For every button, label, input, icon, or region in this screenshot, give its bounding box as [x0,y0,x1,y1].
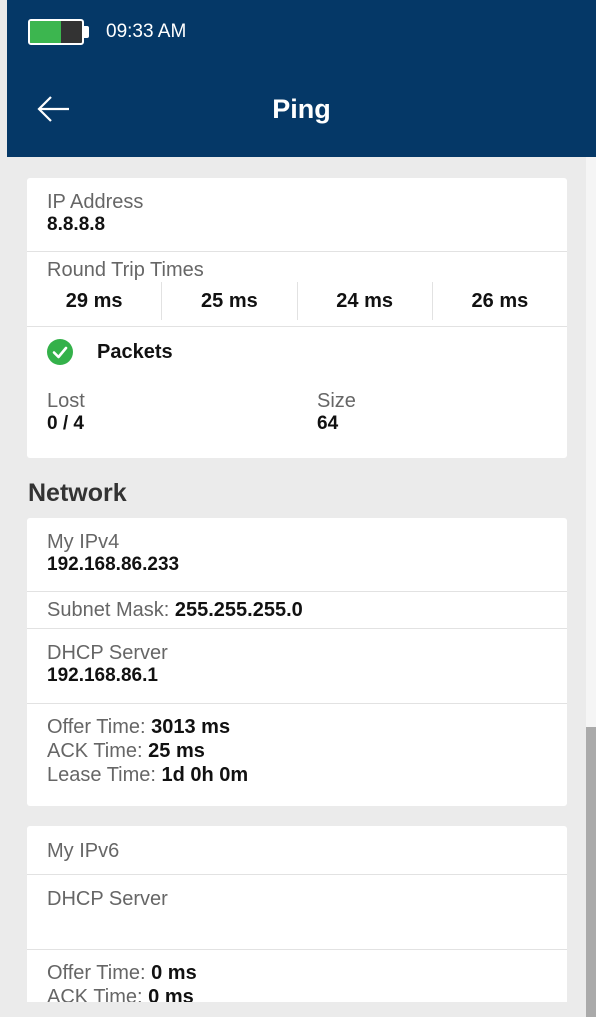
lease-time-value: 1d 0h 0m [161,764,249,786]
rtt-value: 29 ms [65,290,123,312]
lost-value: 0 / 4 [47,413,84,434]
ipv4-row: My IPv4 192.168.86.233 [27,518,567,592]
subnet-mask-row: Subnet Mask: 255.255.255.0 [27,592,567,629]
ack-time: ACK Time: 25 ms [47,740,547,764]
offer-time: Offer Time: 3013 ms [47,716,547,740]
ipv6-offer-time-value: 0 ms [151,962,197,984]
ipv6-dhcp-server-label: DHCP Server [47,888,168,910]
ipv6-card: My IPv6 DHCP Server Offer Time: 0 ms ACK… [27,826,567,1002]
rtt-value: 25 ms [161,282,296,320]
packets-label: Packets [97,340,173,363]
size-label: Size [317,390,356,412]
ip-address-value: 8.8.8.8 [47,214,106,235]
round-trip-row: Round Trip Times 29 ms 25 ms 24 ms 26 ms [27,252,567,327]
lost-label: Lost [47,390,85,412]
lease-time-label: Lease Time: [47,764,162,786]
subnet-mask-label: Subnet Mask: [47,599,175,621]
ipv4-value: 192.168.86.233 [47,554,180,575]
ipv6-ack-time-label: ACK Time: [47,986,149,1002]
status-time: 09:33 AM [106,21,187,42]
ipv4-label: My IPv4 [47,531,120,553]
app-header: 09:33 AM Ping [7,0,596,157]
network-section-title: Network [28,479,127,507]
offer-time-label: Offer Time: [47,716,152,738]
dhcp-server-row: DHCP Server 192.168.86.1 [27,629,567,704]
ipv6-offer-time-label: Offer Time: [47,962,152,984]
ipv6-row: My IPv6 [27,826,567,875]
check-circle-icon [47,339,73,365]
battery-icon [28,19,84,45]
rtt-value: 26 ms [431,282,567,320]
ipv6-offer-time: Offer Time: 0 ms [47,962,547,986]
lease-time: Lease Time: 1d 0h 0m [47,764,547,788]
ipv4-card: My IPv4 192.168.86.233 Subnet Mask: 255.… [27,518,567,806]
subnet-mask-value: 255.255.255.0 [174,599,303,621]
ipv6-ack-time-value: 0 ms [148,986,194,1002]
dhcp-server-label: DHCP Server [47,642,168,664]
content-area[interactable]: IP Address 8.8.8.8 Round Trip Times 29 m… [0,157,586,1002]
ack-time-value: 25 ms [148,740,205,762]
packets-section: Packets Lost 0 / 4 Size 64 [27,327,567,459]
packets-stats: Lost 0 / 4 Size 64 [47,389,547,435]
rtt-value: 24 ms [296,282,432,320]
size-value: 64 [317,413,339,434]
dhcp-timing: Offer Time: 3013 ms ACK Time: 25 ms Leas… [27,704,567,788]
page-title: Ping [272,94,331,124]
round-trip-values: 29 ms 25 ms 24 ms 26 ms [27,282,567,320]
ip-address-label: IP Address [47,191,144,213]
packets-header: Packets [47,337,547,367]
scrollbar[interactable] [586,157,596,1017]
ipv6-dhcp-timing: Offer Time: 0 ms ACK Time: 0 ms [27,950,567,1002]
ipv6-label: My IPv6 [47,840,120,862]
ipv6-ack-time: ACK Time: 0 ms [47,986,547,1002]
round-trip-label: Round Trip Times [47,259,204,281]
battery-level [30,21,62,43]
dhcp-server-value: 192.168.86.1 [47,665,158,686]
scrollbar-thumb[interactable] [586,727,596,1017]
lost-stat: Lost 0 / 4 [47,389,317,435]
size-stat: Size 64 [317,389,356,435]
ipv6-dhcp-server-row: DHCP Server [27,875,567,950]
ip-address-row: IP Address 8.8.8.8 [27,178,567,252]
ping-result-card: IP Address 8.8.8.8 Round Trip Times 29 m… [27,178,567,458]
ack-time-label: ACK Time: [47,740,149,762]
offer-time-value: 3013 ms [151,716,231,738]
battery-terminal [84,26,89,38]
